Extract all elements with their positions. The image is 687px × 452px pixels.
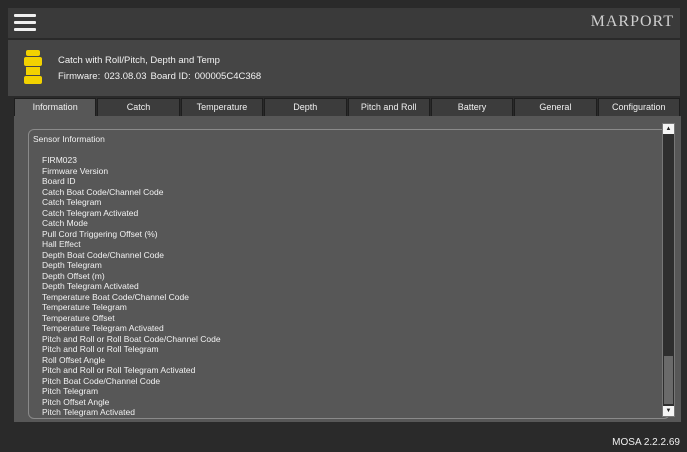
list-item: Catch Telegram Activated bbox=[42, 207, 139, 218]
list-item: Pull Cord Triggering Offset (%) bbox=[42, 228, 158, 239]
vertical-scrollbar[interactable]: ▲ ▼ bbox=[662, 123, 675, 417]
list-item: Pitch Telegram bbox=[42, 386, 99, 396]
hamburger-menu-icon[interactable] bbox=[14, 14, 36, 32]
device-title: Catch with Roll/Pitch, Depth and Temp bbox=[58, 55, 220, 66]
list-item: Hall Effect bbox=[42, 239, 81, 249]
tab-information[interactable]: Information bbox=[14, 98, 97, 116]
device-info-panel: Catch with Roll/Pitch, Depth and Temp Fi… bbox=[8, 40, 680, 96]
list-item: Pitch and Roll or Roll Boat Code/Channel… bbox=[42, 333, 221, 344]
app-version: MOSA 2.2.2.69 bbox=[612, 437, 680, 448]
scroll-down-arrow-icon[interactable]: ▼ bbox=[663, 406, 674, 416]
list-item: Temperature Telegram Activated bbox=[42, 323, 164, 333]
list-item: Depth Telegram bbox=[42, 260, 102, 270]
tab-general[interactable]: General bbox=[514, 98, 597, 116]
list-item: FIRM023 bbox=[42, 155, 77, 165]
list-item: Catch Boat Code/Channel Code bbox=[42, 186, 164, 197]
list-item: Board ID bbox=[42, 176, 76, 186]
list-item: Roll Offset Angle bbox=[42, 354, 106, 365]
marport-logo: MARPORT bbox=[590, 13, 674, 30]
list-item: Pitch Offset Angle bbox=[42, 396, 110, 407]
footer: MOSA 2.2.2.69 bbox=[8, 433, 680, 452]
list-item: Pitch Telegram Activated bbox=[42, 407, 135, 417]
tab-catch[interactable]: Catch bbox=[97, 98, 180, 116]
tab-bar: Information Catch Temperature Depth Pitc… bbox=[14, 98, 681, 116]
list-item: Depth Offset (m) bbox=[42, 270, 105, 281]
list-item: Depth Boat Code/Channel Code bbox=[42, 249, 164, 260]
list-item: Temperature Boat Code/Channel Code bbox=[42, 291, 189, 302]
tab-configuration[interactable]: Configuration bbox=[597, 98, 680, 116]
list-item: Depth Telegram Activated bbox=[42, 281, 139, 291]
sensor-information-box[interactable]: Sensor Information FIRM023 Firmware Vers… bbox=[28, 129, 670, 419]
tab-content: Sensor Information FIRM023 Firmware Vers… bbox=[14, 116, 681, 422]
top-bar: MARPORT bbox=[8, 8, 680, 38]
sensor-information-title: Sensor Information bbox=[33, 134, 105, 144]
tab-battery[interactable]: Battery bbox=[430, 98, 514, 116]
list-item: Temperature Telegram bbox=[42, 302, 127, 312]
list-item: Pitch and Roll or Roll Telegram bbox=[42, 344, 159, 354]
list-item: Catch Telegram bbox=[42, 197, 102, 207]
scroll-up-arrow-icon[interactable]: ▲ bbox=[663, 124, 674, 134]
board-id-value: 000005C4C368 bbox=[194, 71, 262, 82]
list-item: Pitch and Roll or Roll Telegram Activate… bbox=[42, 365, 196, 375]
firmware-value: 023.08.03 bbox=[104, 71, 147, 82]
sensor-information-list: FIRM023 Firmware Version Board ID Catch … bbox=[42, 155, 221, 418]
board-id-label: Board ID: bbox=[150, 71, 191, 82]
catch-sensor-icon bbox=[24, 50, 42, 84]
tab-depth[interactable]: Depth bbox=[264, 98, 347, 116]
firmware-label: Firmware: bbox=[58, 71, 101, 82]
list-item: Firmware Version bbox=[42, 165, 109, 176]
tab-temperature[interactable]: Temperature bbox=[180, 98, 264, 116]
list-item: Catch Mode bbox=[42, 218, 88, 228]
scrollbar-thumb[interactable] bbox=[664, 356, 673, 404]
tab-pitch-and-roll[interactable]: Pitch and Roll bbox=[347, 98, 430, 116]
device-firmware-line: Firmware: 023.08.03 Board ID: 000005C4C368 bbox=[58, 71, 261, 82]
list-item: Temperature Offset bbox=[42, 312, 115, 323]
list-item: Pitch Boat Code/Channel Code bbox=[42, 375, 161, 386]
